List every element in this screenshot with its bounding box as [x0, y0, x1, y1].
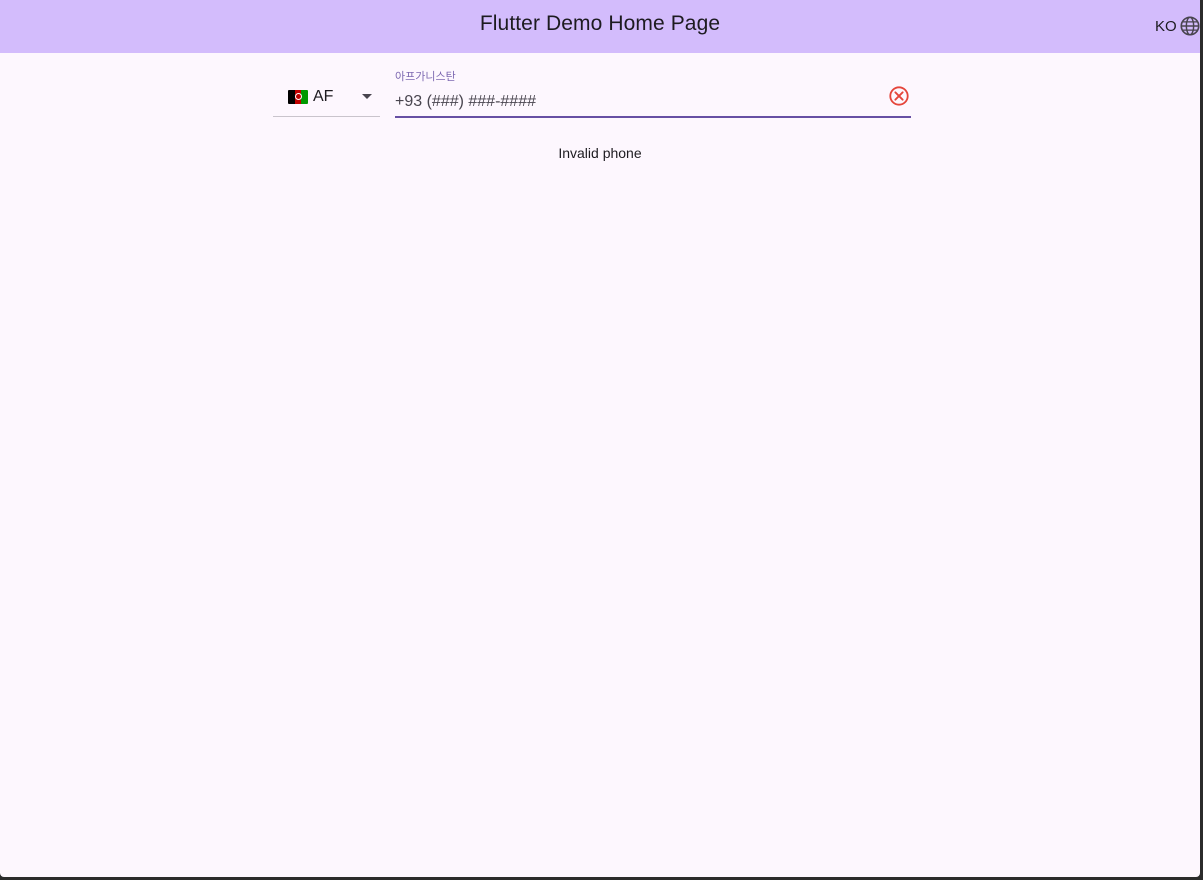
phone-field-underline	[395, 116, 911, 118]
language-code: KO	[1155, 17, 1177, 35]
country-code: AF	[313, 88, 334, 105]
app-window: Flutter Demo Home Page KO AF 아프가니스탄 +93 …	[0, 0, 1200, 877]
clear-button[interactable]	[888, 85, 910, 107]
globe-icon	[1180, 16, 1200, 36]
phone-field: 아프가니스탄	[395, 66, 911, 118]
language-button[interactable]: KO	[1150, 12, 1200, 40]
country-selector[interactable]: AF	[273, 82, 380, 117]
phone-input[interactable]	[395, 90, 875, 114]
app-bar: Flutter Demo Home Page KO	[0, 0, 1200, 53]
arrow-drop-down-icon	[362, 94, 372, 99]
cancel-icon	[889, 86, 909, 106]
phone-field-label: 아프가니스탄	[395, 70, 456, 83]
page-title: Flutter Demo Home Page	[479, 12, 721, 35]
afghanistan-flag-icon	[288, 90, 308, 104]
validation-message: Invalid phone	[558, 145, 642, 161]
